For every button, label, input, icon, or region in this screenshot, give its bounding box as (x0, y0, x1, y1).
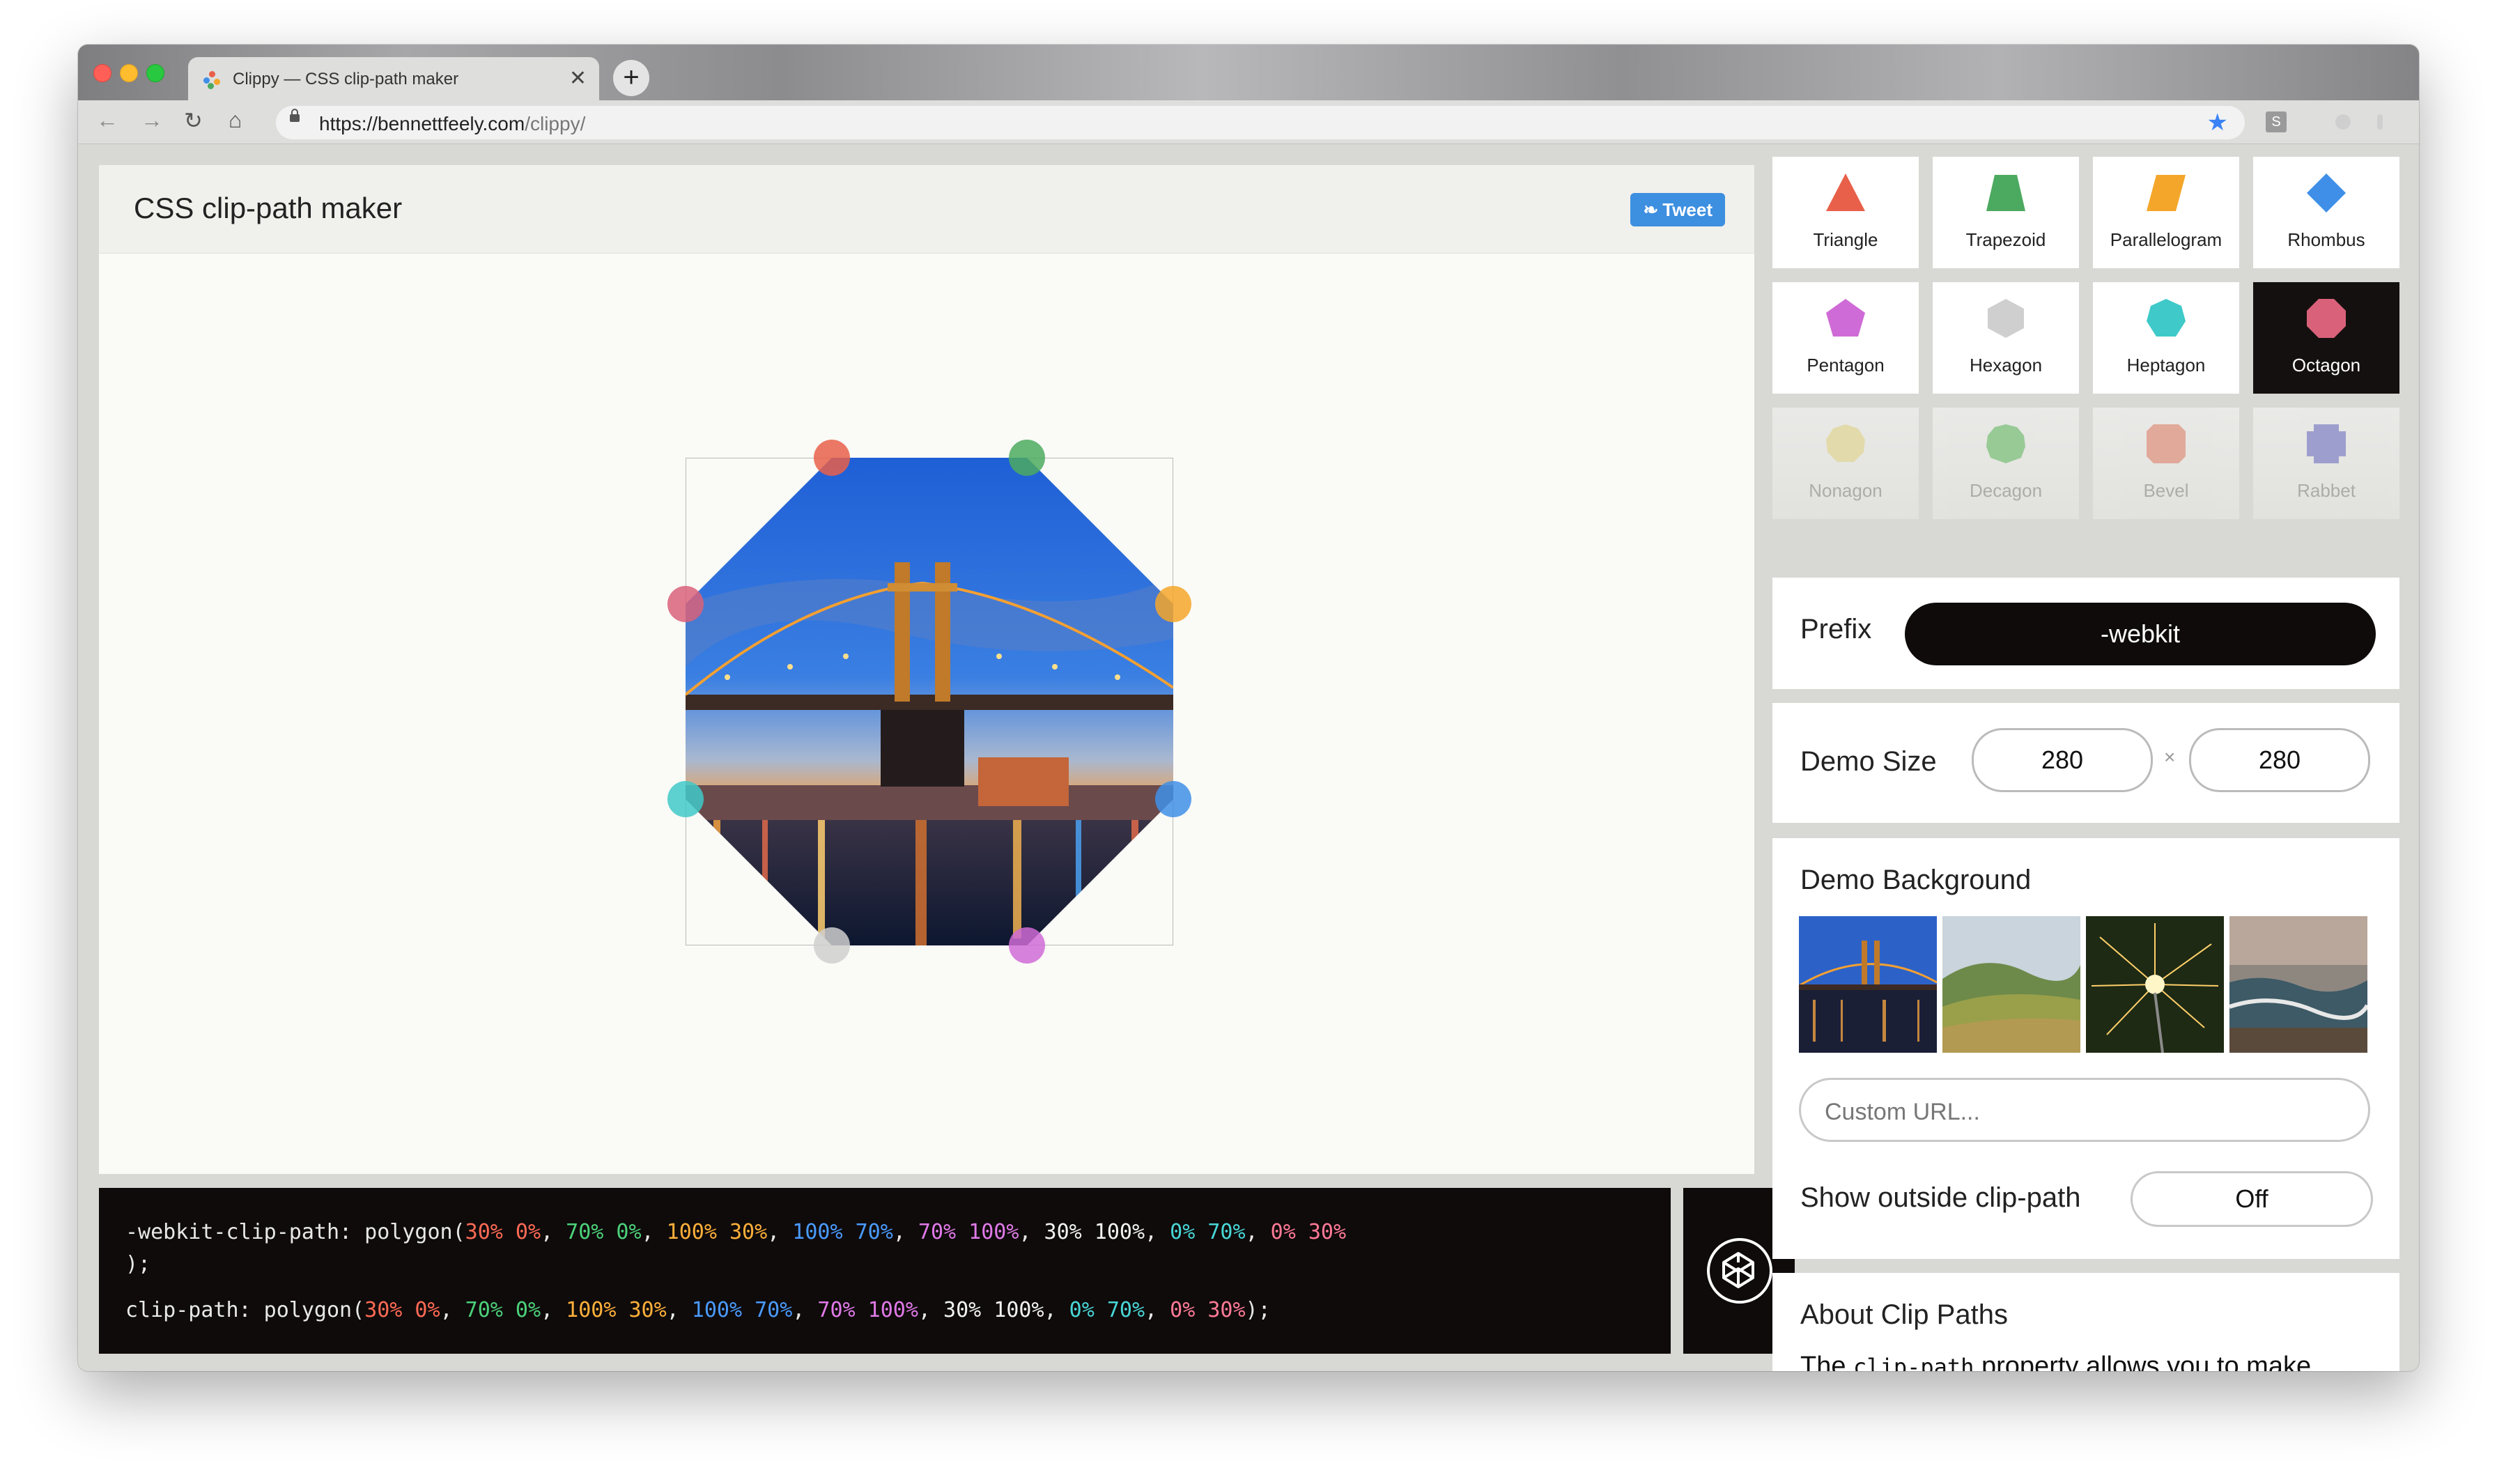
shape-option-parallelogram[interactable]: Parallelogram (2093, 157, 2239, 268)
zoom-window-button[interactable] (146, 64, 164, 82)
new-tab-button[interactable]: + (613, 60, 649, 96)
bg-thumb-hills[interactable] (1942, 916, 2080, 1053)
shape-option-bevel[interactable]: Bevel (2093, 408, 2239, 519)
shape-option-triangle[interactable]: Triangle (1772, 157, 1919, 268)
rabbet-icon (2307, 424, 2346, 463)
demo-height-input[interactable]: 280 (2189, 728, 2370, 792)
browser-window: Clippy — CSS clip-path maker ✕ + ← → ↻ ⌂… (78, 45, 2419, 1371)
home-icon[interactable]: ⌂ (229, 107, 242, 133)
prefix-panel: Prefix -webkit (1772, 578, 2399, 689)
prefix-toggle-button[interactable]: -webkit (1905, 603, 2376, 665)
shape-option-label: Decagon (1969, 480, 2043, 501)
extension-icon[interactable]: S (2266, 111, 2287, 132)
bookmark-star-icon[interactable]: ★ (2207, 109, 2228, 137)
demo-width-input[interactable]: 280 (1972, 728, 2153, 792)
tab-close-icon[interactable]: ✕ (569, 66, 587, 91)
shape-option-label: Trapezoid (1965, 229, 2046, 250)
shape-option-decagon[interactable]: Decagon (1933, 408, 2079, 519)
shape-option-label: Rabbet (2297, 480, 2356, 501)
polygon-point-handle[interactable] (1009, 440, 1045, 476)
about-text: The clip-path property allows you to mak… (1800, 1352, 2312, 1371)
title-bar: Clippy — CSS clip-path maker ✕ + (78, 45, 2419, 100)
polygon-point-handle[interactable] (814, 927, 850, 964)
shape-option-rhombus[interactable]: Rhombus (2253, 157, 2399, 268)
tweet-button[interactable]: ❧ Tweet (1630, 193, 1725, 226)
shape-option-label: Parallelogram (2110, 229, 2222, 250)
demo-size-panel: Demo Size 280 × 280 (1772, 703, 2399, 823)
menu-dots-icon[interactable] (2377, 114, 2383, 130)
minimize-window-button[interactable] (120, 64, 138, 82)
pentagon-icon (1826, 299, 1865, 337)
twitter-bird-icon: ❧ (1643, 199, 1659, 220)
clipped-demo-image[interactable] (686, 458, 1173, 945)
custom-url-input[interactable]: Custom URL... (1799, 1078, 2370, 1142)
decagon-icon (1986, 424, 2025, 463)
prefix-label: Prefix (1800, 614, 1872, 644)
show-outside-toggle[interactable]: Off (2131, 1171, 2373, 1227)
shape-option-label: Pentagon (1807, 355, 1885, 376)
bg-thumb-sparkler[interactable] (2086, 916, 2224, 1053)
shape-option-octagon[interactable]: Octagon (2253, 282, 2399, 394)
nonagon-icon (1826, 424, 1865, 462)
heptagon-icon (2147, 299, 2186, 337)
back-icon[interactable]: ← (96, 107, 118, 133)
address-bar[interactable]: https://bennettfeely.com/clippy/ ★ (276, 106, 2245, 139)
shape-option-hexagon[interactable]: Hexagon (1933, 282, 2079, 394)
triangle-icon (1826, 173, 1865, 211)
shape-option-label: Rhombus (2287, 229, 2365, 250)
shape-option-nonagon[interactable]: Nonagon (1772, 408, 1919, 519)
shape-option-pentagon[interactable]: Pentagon (1772, 282, 1919, 394)
code-line-webkit: -webkit-clip-path: polygon(30% 0%, 70% 0… (125, 1220, 1347, 1244)
code-line-standard: clip-path: polygon(30% 0%, 70% 0%, 100% … (125, 1298, 1271, 1322)
code-line-webkit-close: ); (125, 1252, 151, 1276)
hexagon-icon (1988, 299, 2024, 338)
clippy-favicon-icon (203, 71, 222, 89)
shape-option-label: Triangle (1813, 229, 1878, 250)
close-window-button[interactable] (93, 64, 111, 82)
bg-thumb-sea[interactable] (2229, 916, 2367, 1053)
browser-toolbar: ← → ↻ ⌂ https://bennettfeely.com/clippy/… (78, 100, 2419, 144)
css-code-output[interactable]: -webkit-clip-path: polygon(30% 0%, 70% 0… (99, 1188, 1671, 1354)
bg-thumb-bridge[interactable] (1799, 916, 1937, 1053)
parallelogram-icon (2147, 175, 2186, 211)
page-content: CSS clip-path maker ❧ Tweet -webkit-clip… (78, 144, 2419, 1371)
url-text: https://bennettfeely.com/clippy/ (319, 113, 586, 134)
trapezoid-icon (1986, 175, 2025, 211)
browser-tab[interactable]: Clippy — CSS clip-path maker ✕ (188, 57, 599, 100)
about-title: About Clip Paths (1800, 1299, 2008, 1330)
about-panel: About Clip Paths The clip-path property … (1772, 1273, 2399, 1371)
shape-option-label: Hexagon (1969, 355, 2043, 376)
demo-size-label: Demo Size (1800, 746, 1937, 777)
shape-option-trapezoid[interactable]: Trapezoid (1933, 157, 2079, 268)
shape-option-rabbet[interactable]: Rabbet (2253, 408, 2399, 519)
extension-placeholder-icon[interactable] (2335, 114, 2351, 130)
codepen-icon (1707, 1238, 1772, 1304)
polygon-point-handle[interactable] (1155, 586, 1191, 622)
forward-icon[interactable]: → (141, 107, 163, 133)
shape-option-label: Nonagon (1809, 480, 1883, 501)
shape-option-label: Heptagon (2126, 355, 2206, 376)
reload-icon[interactable]: ↻ (184, 107, 203, 134)
times-separator: × (2164, 746, 2176, 768)
demo-area (667, 440, 1191, 964)
lock-icon (290, 109, 300, 122)
page-title: CSS clip-path maker (134, 192, 403, 224)
bevel-icon (2147, 424, 2186, 463)
polygon-point-handle[interactable] (814, 440, 850, 476)
octagon-icon (2307, 299, 2346, 338)
clip-editor: CSS clip-path maker ❧ Tweet (99, 165, 1754, 1174)
shape-option-heptagon[interactable]: Heptagon (2093, 282, 2239, 394)
tab-title: Clippy — CSS clip-path maker (233, 70, 459, 88)
polygon-point-handle[interactable] (667, 586, 704, 622)
polygon-point-handle[interactable] (1155, 781, 1191, 817)
polygon-point-handle[interactable] (667, 781, 704, 817)
show-outside-label: Show outside clip-path (1800, 1182, 2081, 1213)
shape-option-label: Bevel (2143, 480, 2189, 501)
shape-option-label: Octagon (2291, 355, 2361, 376)
demo-background-label: Demo Background (1800, 865, 2032, 895)
rhombus-icon (2307, 173, 2346, 212)
demo-background-panel: Demo Background Custom URL... Show outsi… (1772, 838, 2399, 1259)
polygon-point-handle[interactable] (1009, 927, 1045, 964)
editor-header: CSS clip-path maker ❧ Tweet (99, 165, 1754, 254)
